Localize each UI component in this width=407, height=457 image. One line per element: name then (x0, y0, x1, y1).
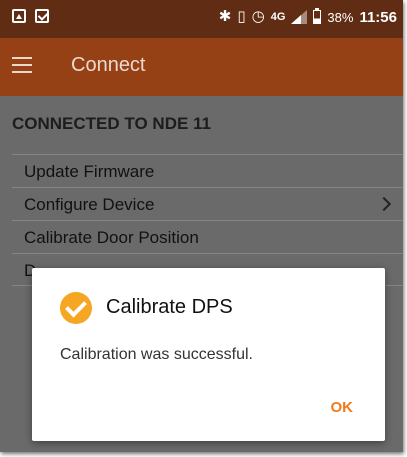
check-circle-icon (60, 292, 92, 324)
list-item-update-firmware[interactable]: Update Firmware (12, 154, 403, 187)
vibrate-icon: ▯ (237, 8, 246, 25)
list-item-label: Configure Device (24, 195, 155, 214)
chevron-right-icon (376, 196, 392, 212)
list-item-label: Update Firmware (24, 162, 155, 181)
check-box-icon (35, 9, 49, 23)
ok-button[interactable]: OK (331, 399, 354, 416)
image-icon (12, 9, 26, 23)
bluetooth-icon: ✱ (218, 8, 232, 25)
app-screen: ✱ ▯ ◷ 4G 38% 11:56 Connect CONNECTED TO … (0, 0, 403, 452)
status-bar-system: ✱ ▯ ◷ 4G 38% 11:56 (219, 8, 397, 26)
list-item-label: Calibrate Door Position (24, 228, 199, 247)
dialog-message: Calibration was successful. (60, 346, 253, 363)
toolbar-title: Connect (71, 54, 146, 76)
list-item-calibrate-door-position[interactable]: Calibrate Door Position (12, 220, 403, 253)
battery-icon (313, 8, 322, 24)
dialog-title: Calibrate DPS (106, 296, 233, 318)
calibration-dialog: Calibrate DPS Calibration was successful… (32, 268, 385, 441)
4g-icon: 4G (270, 11, 286, 23)
status-bar-notifications (12, 9, 49, 23)
hamburger-menu-icon[interactable] (12, 57, 32, 73)
clock: 11:56 (359, 8, 397, 26)
list-item-configure-device[interactable]: Configure Device (12, 187, 403, 220)
signal-icon (291, 10, 308, 24)
alarm-icon: ◷ (251, 8, 265, 25)
app-toolbar: Connect (0, 38, 403, 96)
action-list: Update Firmware Configure Device Calibra… (12, 154, 403, 286)
section-header: CONNECTED TO NDE 11 (12, 114, 212, 133)
battery-percent: 38% (327, 9, 354, 25)
status-bar: ✱ ▯ ◷ 4G 38% 11:56 (0, 0, 403, 38)
